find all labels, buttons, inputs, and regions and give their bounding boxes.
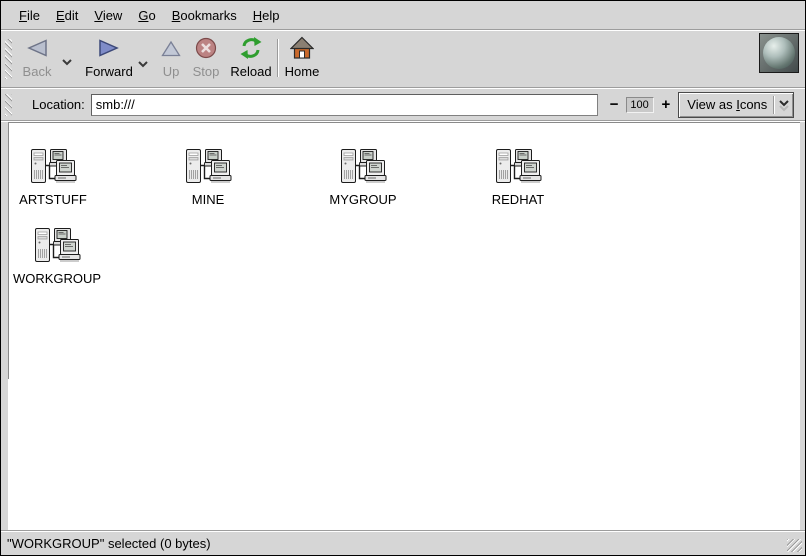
status-text: "WORKGROUP" selected (0 bytes) [7,536,211,551]
file-manager-window: File Edit View Go Bookmarks Help Back Fo… [0,0,806,556]
location-input[interactable] [91,94,598,116]
toolbar-separator [277,39,279,77]
forward-button[interactable]: Forward [81,35,137,79]
workgroup-icon [184,148,232,190]
back-button[interactable]: Back [13,35,61,79]
menu-bar: File Edit View Go Bookmarks Help [1,1,805,29]
locationbar-grip[interactable] [5,94,12,116]
icon-label: MYGROUP [329,192,396,207]
home-button[interactable]: Home [283,35,321,79]
share-item-workgroup[interactable]: WORKGROUP [8,227,107,286]
back-icon [26,35,48,61]
share-item-redhat[interactable]: REDHAT [468,148,568,207]
zoom-level-indicator: 100 [626,97,654,113]
toolbar-grip[interactable] [5,39,12,79]
location-bar: Location: − 100 + View as Icons [1,89,805,120]
workgroup-icon [33,227,81,269]
workgroup-icon [494,148,542,190]
icon-label: REDHAT [492,192,544,207]
menu-view[interactable]: View [86,3,130,28]
globe-sphere [763,37,795,69]
menu-help[interactable]: Help [245,3,288,28]
reload-button[interactable]: Reload [223,35,279,79]
zoom-in-button[interactable]: + [662,100,671,110]
workgroup-icon [339,148,387,190]
throbber-globe-icon [759,33,799,73]
share-item-artstuff[interactable]: ARTSTUFF [8,148,103,207]
reload-icon [239,35,263,61]
forward-icon [98,35,120,61]
forward-dropdown-icon[interactable] [137,55,149,73]
icon-view[interactable]: ARTSTUFF MINE MYGROUP REDHAT WORKGROUP [8,122,800,530]
status-bar: "WORKGROUP" selected (0 bytes) [1,530,805,555]
stop-icon [195,35,217,61]
combo-arrow-icon [775,98,793,112]
view-as-dropdown[interactable]: View as Icons [678,92,794,118]
menu-go[interactable]: Go [130,3,163,28]
icon-label: WORKGROUP [13,271,101,286]
menu-file[interactable]: File [11,3,48,28]
icon-label: ARTSTUFF [19,192,87,207]
toolbar: Back Forward Up Stop [1,31,805,87]
up-icon [161,35,181,61]
workgroup-icon [29,148,77,190]
zoom-out-button[interactable]: − [610,100,619,110]
icon-label: MINE [192,192,225,207]
location-label: Location: [32,97,85,112]
view-as-label: View as Icons [679,97,773,112]
share-item-mygroup[interactable]: MYGROUP [313,148,413,207]
up-button[interactable]: Up [153,35,189,79]
menu-bookmarks[interactable]: Bookmarks [164,3,245,28]
back-dropdown-icon[interactable] [61,53,73,71]
home-icon [290,35,314,61]
share-item-mine[interactable]: MINE [158,148,258,207]
menu-edit[interactable]: Edit [48,3,86,28]
resize-grip[interactable] [787,539,802,552]
stop-button[interactable]: Stop [185,35,227,79]
